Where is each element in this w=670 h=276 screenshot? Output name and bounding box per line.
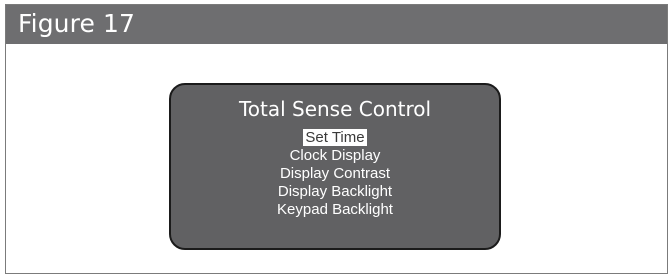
screen-title: Total Sense Control bbox=[238, 97, 432, 121]
menu-item-label: Keypad Backlight bbox=[277, 201, 393, 218]
figure-frame: Figure 17 Total Sense Control Set Time C… bbox=[5, 4, 668, 274]
menu-item-set-time[interactable]: Set Time bbox=[171, 129, 499, 147]
figure-header: Figure 17 bbox=[6, 5, 667, 44]
figure-title: Figure 17 bbox=[18, 9, 135, 38]
menu-item-clock-display[interactable]: Clock Display bbox=[171, 147, 499, 165]
lcd-screen: Total Sense Control Set Time Clock Displ… bbox=[169, 83, 501, 250]
menu-item-label: Display Contrast bbox=[279, 165, 391, 182]
menu-item-display-backlight[interactable]: Display Backlight bbox=[171, 183, 499, 201]
menu-item-label: Clock Display bbox=[289, 147, 381, 164]
menu-item-label: Display Backlight bbox=[277, 183, 393, 200]
menu-item-display-contrast[interactable]: Display Contrast bbox=[171, 165, 499, 183]
menu-item-label: Set Time bbox=[303, 129, 367, 146]
menu-item-keypad-backlight[interactable]: Keypad Backlight bbox=[171, 201, 499, 219]
menu-list: Set Time Clock Display Display Contrast … bbox=[171, 129, 499, 219]
